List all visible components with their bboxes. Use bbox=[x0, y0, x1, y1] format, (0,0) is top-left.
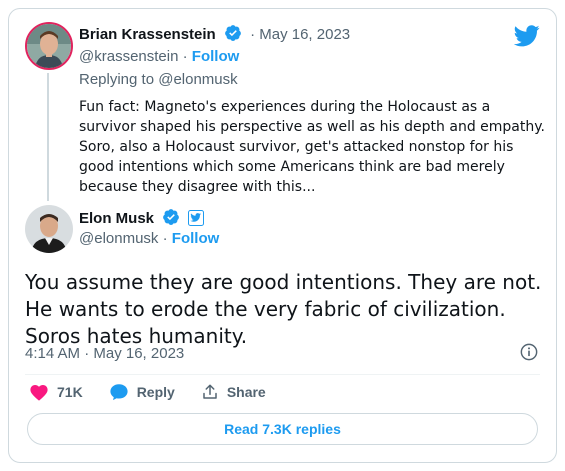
divider bbox=[25, 374, 540, 375]
thread-connector-line bbox=[47, 73, 49, 201]
main-author-name[interactable]: Elon Musk bbox=[79, 210, 154, 227]
avatar-elon-musk[interactable] bbox=[25, 205, 73, 253]
main-tweet-text: You assume they are good intentions. The… bbox=[25, 270, 542, 348]
like-count: 71K bbox=[57, 384, 83, 400]
separator-dot: · bbox=[182, 48, 188, 65]
share-button[interactable]: Share bbox=[201, 383, 266, 401]
parent-author-name[interactable]: Brian Krassenstein bbox=[79, 26, 216, 43]
share-label: Share bbox=[226, 384, 266, 400]
like-button[interactable]: 71K bbox=[29, 383, 83, 401]
follow-button-parent[interactable]: Follow bbox=[192, 48, 240, 65]
share-icon bbox=[203, 384, 217, 399]
separator-dot: · bbox=[162, 230, 168, 247]
replying-to-label[interactable]: Replying to @elonmusk bbox=[79, 71, 238, 88]
read-replies-label: Read 7.3K replies bbox=[224, 421, 341, 437]
reply-bubble-icon bbox=[110, 384, 128, 401]
parent-tweet-text: Fun fact: Magneto's experiences during t… bbox=[79, 99, 545, 195]
reply-button[interactable]: Reply bbox=[109, 383, 175, 401]
heart-icon bbox=[30, 385, 48, 401]
parent-author-name-row[interactable]: Brian Krassenstein · May 16, 2023 bbox=[79, 24, 350, 43]
reply-label: Reply bbox=[136, 384, 175, 400]
read-replies-button[interactable]: Read 7.3K replies bbox=[27, 413, 538, 445]
twitter-bird-icon[interactable] bbox=[514, 25, 540, 47]
verified-badge-icon bbox=[163, 209, 180, 225]
verified-badge-icon bbox=[225, 25, 241, 41]
twitter-affiliate-icon[interactable] bbox=[188, 210, 205, 226]
parent-tweet-date[interactable]: · May 16, 2023 bbox=[250, 26, 350, 43]
main-handle-row: @elonmusk · Follow bbox=[79, 230, 219, 247]
info-icon[interactable] bbox=[520, 343, 538, 361]
parent-handle[interactable]: @krassenstein bbox=[79, 48, 178, 65]
parent-handle-row: @krassenstein · Follow bbox=[79, 48, 239, 65]
tweet-embed-card: Brian Krassenstein · May 16, 2023 @krass… bbox=[8, 8, 557, 463]
main-tweet-timestamp[interactable]: 4:14 AM · May 16, 2023 bbox=[25, 345, 184, 362]
action-bar: 71K Reply Share bbox=[29, 383, 266, 401]
avatar-brian-krassenstein[interactable] bbox=[25, 22, 73, 70]
follow-button-main[interactable]: Follow bbox=[172, 230, 220, 247]
main-author-name-row[interactable]: Elon Musk bbox=[79, 208, 205, 227]
main-handle[interactable]: @elonmusk bbox=[79, 230, 158, 247]
